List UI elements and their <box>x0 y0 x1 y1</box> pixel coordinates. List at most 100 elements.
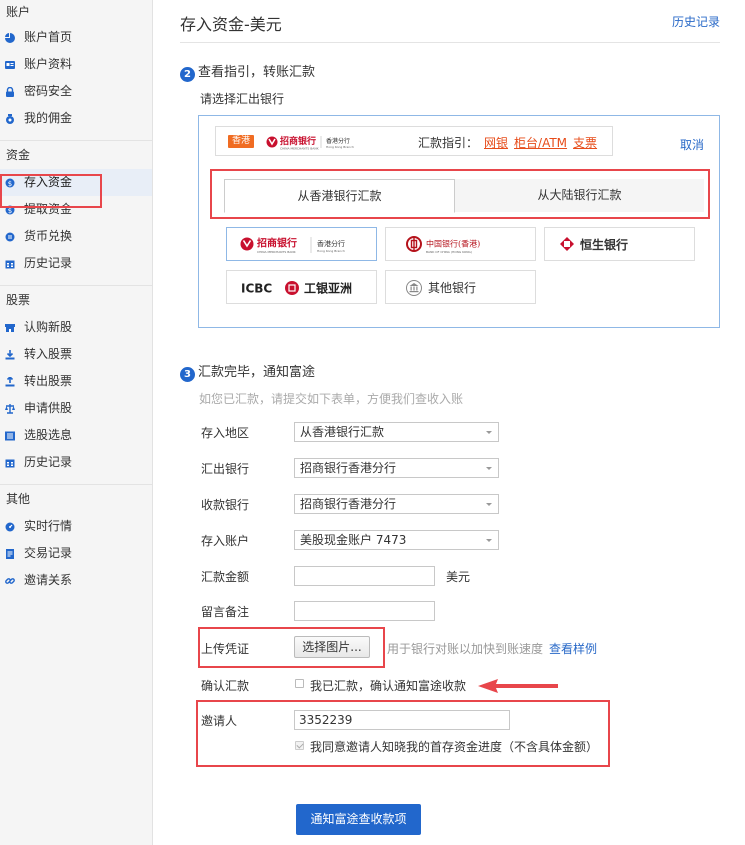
chevron-down-icon <box>486 539 492 542</box>
sidebar-item-trade-records[interactable]: 交易记录 <box>0 540 152 567</box>
store-icon <box>5 324 15 332</box>
sidebar-item-stocks-history[interactable]: 历史记录 <box>0 449 152 476</box>
sidebar-item-deposit[interactable]: $ 存入资金 <box>0 169 152 196</box>
inviter-input[interactable]: 3352239 <box>294 710 510 730</box>
withdraw-icon: $ <box>5 205 15 215</box>
sidebar-item-invite-relations[interactable]: 邀请关系 <box>0 567 152 594</box>
chevron-down-icon <box>486 467 492 470</box>
title-divider <box>180 42 720 43</box>
sidebar-item-funds-history[interactable]: 历史记录 <box>0 250 152 277</box>
submit-notify-button[interactable]: 通知富途查收款项 <box>296 804 421 835</box>
bank-select-panel: 香港 招商银行 CHINA MERCHANTS BANK 香港分行 Hong K… <box>198 115 720 328</box>
sidebar-item-transfer-in[interactable]: 转入股票 <box>0 341 152 368</box>
sidebar-section-other: 其他 <box>6 492 31 506</box>
boc-card-logo: 中国银行(香港) BANK OF CHINA (HONG KONG) <box>406 236 480 254</box>
bank-card-name: 其他银行 <box>428 281 476 295</box>
step-3-title: 汇款完毕，通知富途 <box>198 365 316 380</box>
other-bank-card-logo: 其他银行 <box>406 280 476 296</box>
chevron-down-icon <box>486 503 492 506</box>
form-row-amount: 汇款金额 美元 <box>201 566 601 586</box>
select-bank-label: 请选择汇出银行 <box>200 92 285 106</box>
balance-icon <box>5 404 15 414</box>
remit-guide: 汇款指引： 网银 柜台/ATM 支票 <box>418 134 597 151</box>
sidebar-item-password-security[interactable]: 密码安全 <box>0 78 152 105</box>
sidebar-section-funds: 资金 <box>6 148 31 162</box>
sidebar-item-my-commission[interactable]: 我的佣金 <box>0 105 152 132</box>
form-row-inviter: 邀请人 3352239 我同意邀请人知晓我的首存资金进度（不含具体金额） <box>201 710 661 754</box>
main-content: 存入资金-美元 历史记录 2 查看指引，转账汇款 请选择汇出银行 香港 招商银行 … <box>153 0 745 845</box>
bank-card-sub: 香港分行 <box>317 239 345 248</box>
bank-card-boc-hk[interactable]: 中国银行(香港) BANK OF CHINA (HONG KONG) <box>385 227 536 261</box>
bank-card-icbc-asia[interactable]: ICBC 工银亚洲 <box>226 270 377 304</box>
note-label: 留言备注 <box>201 605 250 619</box>
bank-card-hang-seng[interactable]: 恒生银行 <box>544 227 695 261</box>
choose-image-button[interactable]: 选择图片... <box>294 636 370 658</box>
in-bank-select[interactable]: 招商银行香港分行 <box>294 494 499 514</box>
sidebar-item-withdraw[interactable]: $ 提取资金 <box>0 196 152 223</box>
sidebar: 账户 账户首页 账户资料 密码安全 我的佣金 资金 $ 存入资金 $ 提取资金 … <box>0 0 153 845</box>
coin-icon <box>6 114 14 124</box>
lock-icon <box>6 87 14 97</box>
tab-from-hk-bank[interactable]: 从香港银行汇款 <box>224 179 455 213</box>
sidebar-item-realtime-quotes[interactable]: 实时行情 <box>0 513 152 540</box>
view-sample-link[interactable]: 查看样例 <box>549 642 597 656</box>
branch-text: 香港分行 <box>326 137 350 145</box>
bank-name-en-text: CHINA MERCHANTS BANK <box>280 147 320 151</box>
bank-card-en: BANK OF CHINA (HONG KONG) <box>426 250 472 254</box>
confirm-checkbox[interactable] <box>295 679 304 688</box>
inviter-consent-label[interactable]: 我同意邀请人知晓我的首存资金进度（不含具体金额） <box>310 738 598 755</box>
sidebar-item-stock-dividend[interactable]: 选股选息 <box>0 422 152 449</box>
svg-text:$: $ <box>8 207 12 215</box>
sidebar-item-rights-issue[interactable]: 申请供股 <box>0 395 152 422</box>
amount-input[interactable] <box>294 566 435 586</box>
bank-name-text: 招商银行 <box>280 135 316 147</box>
tab-from-mainland-bank[interactable]: 从大陆银行汇款 <box>455 179 704 212</box>
form-row-voucher: 上传凭证 选择图片... 用于银行对账以加快到账速度 查看样例 <box>201 636 661 658</box>
pie-chart-icon <box>5 33 15 43</box>
step-2-title: 查看指引，转账汇款 <box>198 65 316 80</box>
calendar-icon <box>5 459 15 468</box>
note-input[interactable] <box>294 601 435 621</box>
sidebar-item-account-home[interactable]: 账户首页 <box>0 24 152 51</box>
guide-link-online[interactable]: 网银 <box>484 136 508 150</box>
inviter-consent-checkbox[interactable] <box>295 741 304 750</box>
sidebar-item-ipo-subscribe[interactable]: 认购新股 <box>0 314 152 341</box>
sidebar-item-transfer-out[interactable]: 转出股票 <box>0 368 152 395</box>
confirm-checkbox-label[interactable]: 我已汇款，确认通知富途收款 <box>310 677 466 694</box>
guide-link-counter-atm[interactable]: 柜台/ATM <box>514 136 567 150</box>
bank-card-cmb[interactable]: 招商银行 CHINA MERCHANTS BANK 香港分行 Hong Kong… <box>226 227 377 261</box>
guide-label: 汇款指引： <box>418 136 479 150</box>
account-label: 存入账户 <box>201 534 250 548</box>
region-select[interactable]: 从香港银行汇款 <box>294 422 499 442</box>
upload-icon <box>5 377 15 387</box>
form-row-in-bank: 收款银行 招商银行香港分行 <box>201 494 601 514</box>
history-link[interactable]: 历史记录 <box>672 13 720 30</box>
remit-source-tabs: 从大陆银行汇款 从香港银行汇款 <box>224 179 704 213</box>
bank-card-en: CHINA MERCHANTS BANK <box>257 250 297 254</box>
out-bank-select[interactable]: 招商银行香港分行 <box>294 458 499 478</box>
svg-text:$: $ <box>8 180 12 188</box>
bank-card-sub-en: Hong Kong Branch <box>317 249 345 253</box>
calendar-icon <box>5 260 15 269</box>
chevron-down-icon <box>486 431 492 434</box>
form-row-out-bank: 汇出银行 招商银行香港分行 <box>201 458 601 478</box>
exchange-icon <box>5 232 15 242</box>
step-number-badge: 2 <box>180 67 195 82</box>
link-icon <box>5 578 15 584</box>
page-title: 存入资金-美元 <box>180 15 282 34</box>
icbc-card-logo: ICBC 工银亚洲 <box>241 281 352 296</box>
guide-link-cheque[interactable]: 支票 <box>573 136 597 150</box>
cmb-card-logo: 招商银行 CHINA MERCHANTS BANK 香港分行 Hong Kong… <box>240 237 345 254</box>
sidebar-item-account-profile[interactable]: 账户资料 <box>0 51 152 78</box>
cancel-link[interactable]: 取消 <box>680 136 704 153</box>
bank-card-name: 招商银行 <box>257 237 297 250</box>
bank-card-name: ICBC <box>241 282 272 296</box>
sidebar-section-stocks: 股票 <box>6 293 31 307</box>
confirm-label: 确认汇款 <box>201 679 250 693</box>
form-row-note: 留言备注 <box>201 601 601 621</box>
sidebar-item-currency-exchange[interactable]: 货币兑换 <box>0 223 152 250</box>
hang-seng-card-logo: 恒生银行 <box>560 237 628 252</box>
bank-card-other[interactable]: 其他银行 <box>385 270 536 304</box>
account-select[interactable]: 美股现金账户 7473 <box>294 530 499 550</box>
step-3-hint: 如您已汇款，请提交如下表单，方便我们查收入账 <box>199 392 464 406</box>
